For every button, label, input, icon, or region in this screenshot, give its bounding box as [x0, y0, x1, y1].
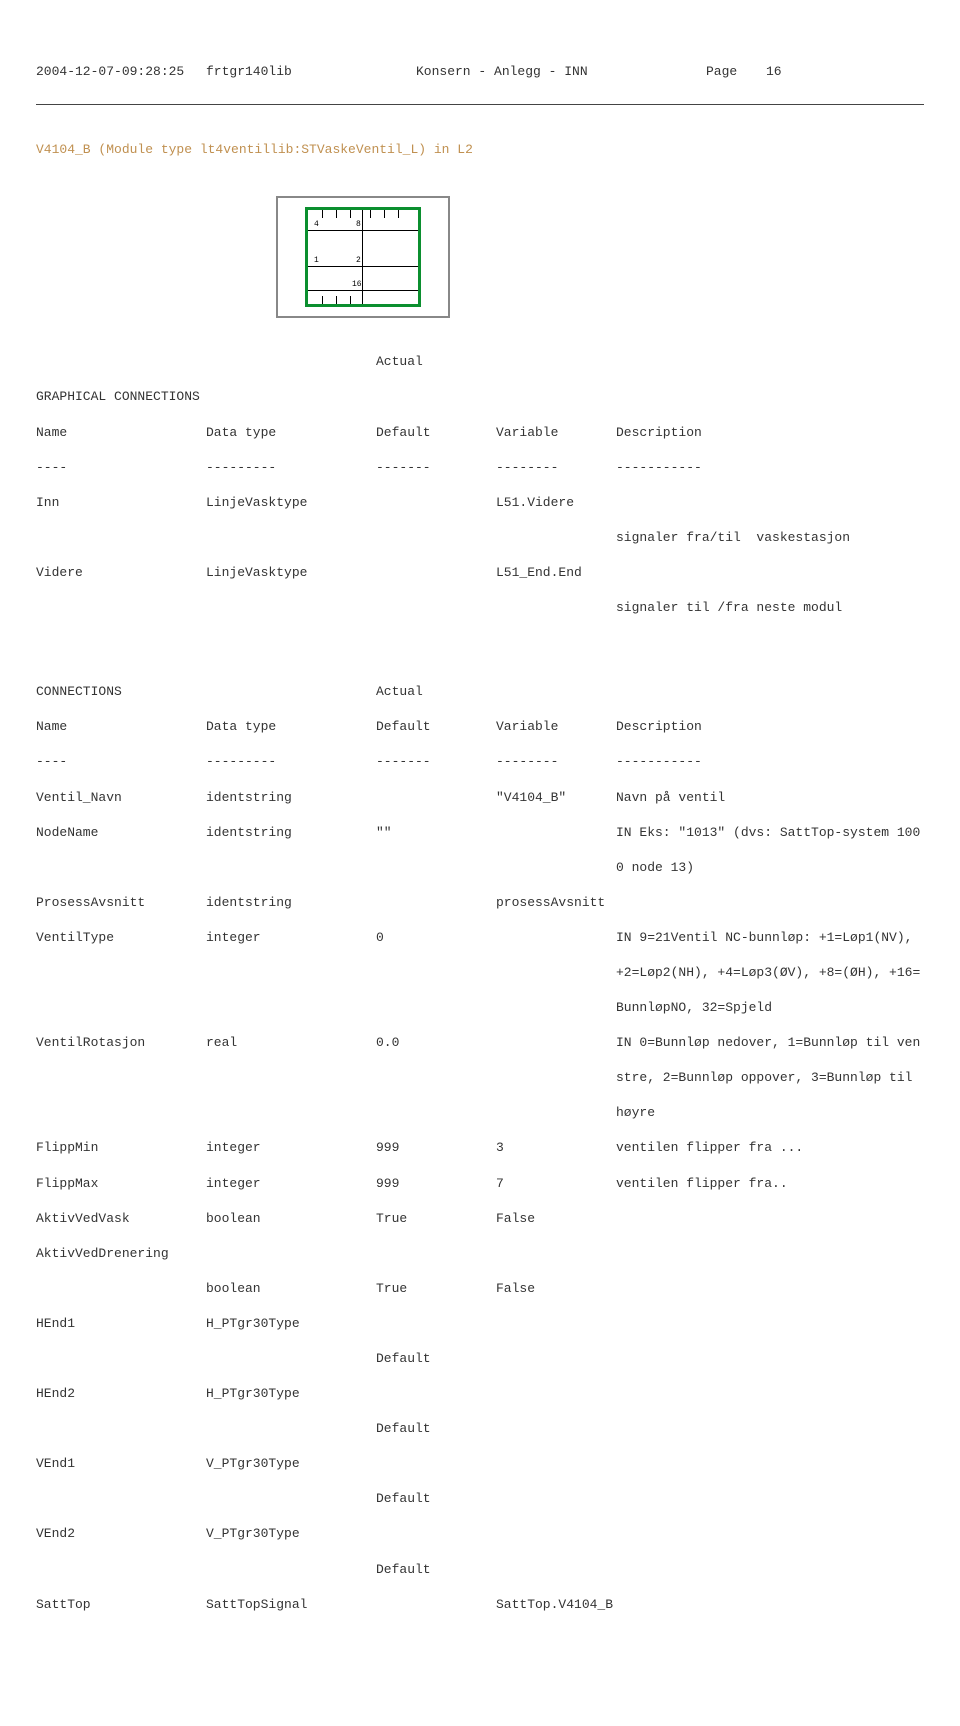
actual-label: Actual [376, 683, 496, 701]
diagram-label-4: 4 [314, 220, 319, 231]
header-page-number: 16 [766, 63, 782, 81]
col-name: Name [36, 424, 206, 442]
diagram-label-2: 2 [356, 256, 361, 267]
cn-columns: NameData typeDefaultVariableDescription [36, 718, 924, 736]
table-row: Default [36, 1350, 924, 1368]
cn-title: CONNECTIONS [36, 683, 206, 701]
connections-heading: CONNECTIONS Actual [36, 683, 924, 701]
col-description: Description [616, 424, 924, 442]
graphical-connections-heading: Actual [36, 353, 924, 371]
table-row: AktivVedVaskbooleanTrueFalse [36, 1210, 924, 1228]
table-row: signaler til /fra neste modul [36, 599, 924, 617]
table-row: Default [36, 1561, 924, 1579]
actual-label: Actual [376, 353, 496, 371]
table-row: signaler fra/til vaskestasjon [36, 529, 924, 547]
table-row: FlippMaxinteger9997ventilen flipper fra.… [36, 1175, 924, 1193]
col-default: Default [376, 424, 496, 442]
diagram-label-8: 8 [356, 220, 361, 231]
table-row: AktivVedDrenering [36, 1245, 924, 1263]
table-row: VEnd2V_PTgr30Type [36, 1525, 924, 1543]
table-row: HEnd2H_PTgr30Type [36, 1385, 924, 1403]
header-page-label: Page [706, 63, 766, 81]
table-row: VentilTypeinteger0IN 9=21Ventil NC-bunnl… [36, 929, 924, 947]
table-row: InnLinjeVasktypeL51.Videre [36, 494, 924, 512]
header-rule [36, 104, 924, 105]
table-row: 0 node 13) [36, 859, 924, 877]
gc-title: GRAPHICAL CONNECTIONS [36, 388, 206, 406]
diagram-label-1: 1 [314, 256, 319, 267]
table-row: +2=Løp2(NH), +4=Løp3(ØV), +8=(ØH), +16= [36, 964, 924, 982]
header-timestamp: 2004-12-07-09:28:25 [36, 63, 206, 81]
gc-dash: --------------------------------------- [36, 459, 924, 477]
table-row: FlippMininteger9993ventilen flipper fra … [36, 1139, 924, 1157]
col-variable: Variable [496, 424, 616, 442]
table-row: NodeNameidentstring""IN Eks: "1013" (dvs… [36, 824, 924, 842]
table-row: Ventil_Navnidentstring"V4104_B"Navn på v… [36, 789, 924, 807]
table-row: høyre [36, 1104, 924, 1122]
table-row: HEnd1H_PTgr30Type [36, 1315, 924, 1333]
table-row: booleanTrueFalse [36, 1280, 924, 1298]
page-title: V4104_B (Module type lt4ventillib:STVask… [36, 141, 924, 159]
table-row: SattTopSattTopSignalSattTop.V4104_B [36, 1596, 924, 1614]
col-datatype: Data type [206, 424, 376, 442]
module-diagram: 481216 [276, 196, 924, 318]
table-row: VidereLinjeVasktypeL51_End.End [36, 564, 924, 582]
table-row: stre, 2=Bunnløp oppover, 3=Bunnløp til [36, 1069, 924, 1087]
table-row: Default [36, 1490, 924, 1508]
table-row: BunnløpNO, 32=Spjeld [36, 999, 924, 1017]
header-location: Konsern - Anlegg - INN [416, 63, 706, 81]
diagram-label-16: 16 [352, 280, 362, 291]
header-lib: frtgr140lib [206, 63, 416, 81]
table-row: ProsessAvsnittidentstringprosessAvsnitt [36, 894, 924, 912]
cn-dash: --------------------------------------- [36, 753, 924, 771]
table-row: Default [36, 1420, 924, 1438]
table-row: VEnd1V_PTgr30Type [36, 1455, 924, 1473]
gc-columns: NameData typeDefaultVariableDescription [36, 424, 924, 442]
page-header: 2004-12-07-09:28:25frtgr140libKonsern - … [36, 63, 924, 81]
